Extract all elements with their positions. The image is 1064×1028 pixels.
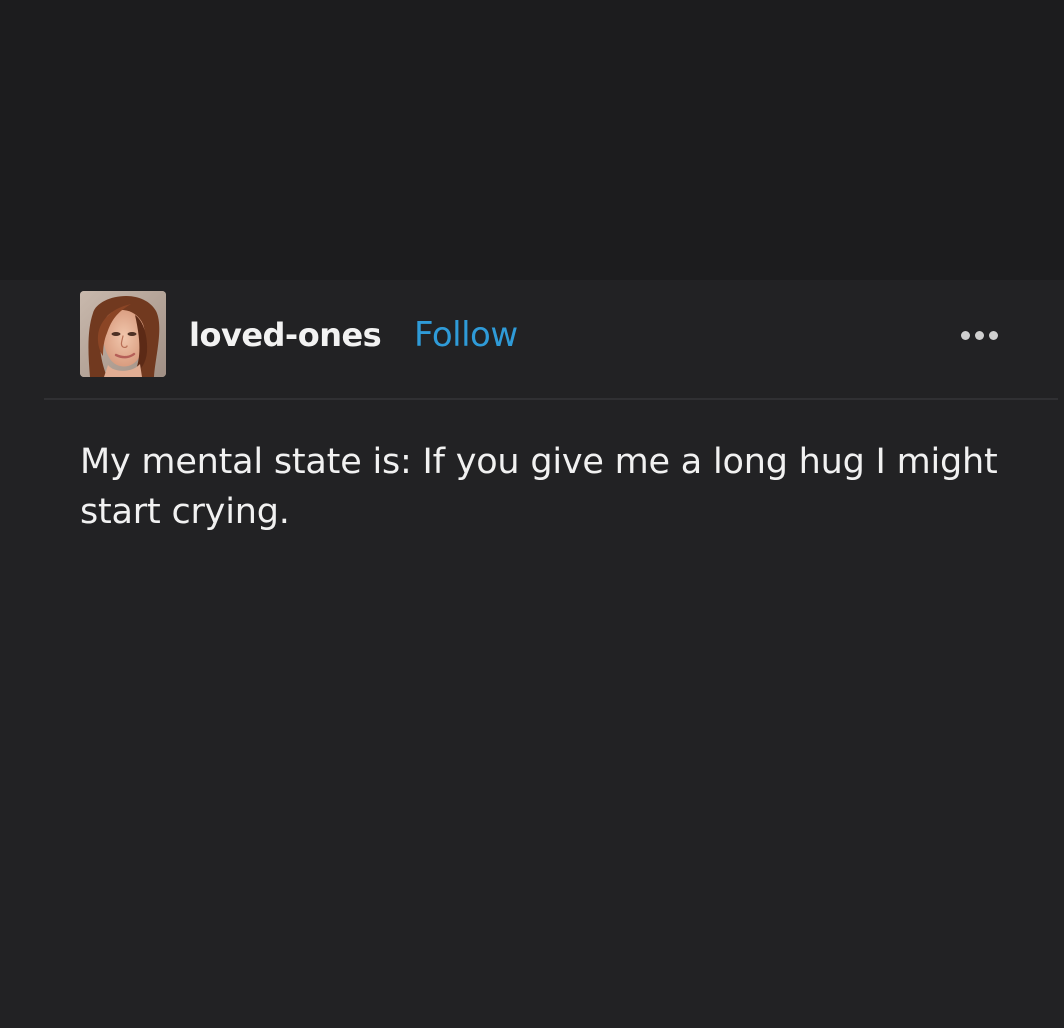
more-options-dot-icon (961, 331, 970, 340)
follow-button[interactable]: Follow (414, 315, 518, 355)
more-options-dot-icon (975, 331, 984, 340)
post-username[interactable]: loved-ones (189, 315, 382, 355)
post-text: My mental state is: If you give me a lon… (80, 442, 998, 532)
more-options-dot-icon (989, 331, 998, 340)
app-screen: loved-ones Follow My mental state is: If… (0, 0, 1064, 1028)
header-divider (44, 398, 1058, 400)
more-options-button[interactable] (950, 318, 1014, 352)
post-card: loved-ones Follow My mental state is: If… (0, 280, 1064, 1028)
post-header: loved-ones Follow (0, 280, 1064, 398)
avatar[interactable] (80, 291, 166, 377)
profile-photo-icon (80, 291, 166, 377)
